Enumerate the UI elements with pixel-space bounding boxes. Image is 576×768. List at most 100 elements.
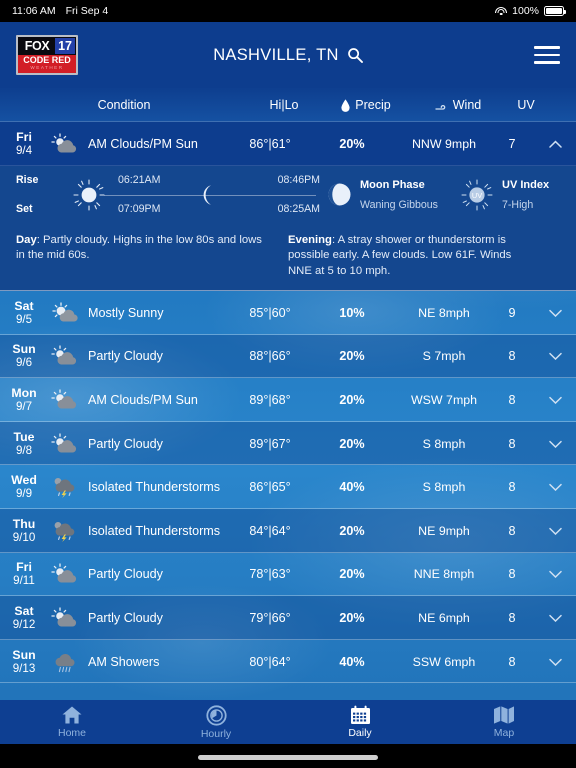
sun-times-block: 06:21AM 07:09PM xyxy=(60,166,188,224)
crescent-moon-icon xyxy=(196,184,216,206)
row-hilo: 89°|67° xyxy=(249,436,291,451)
page-title[interactable]: NASHVILLE, TN xyxy=(213,46,339,65)
row-hilo: 89°|68° xyxy=(249,393,291,408)
home-indicator[interactable] xyxy=(198,755,378,760)
evening-description-label: Evening xyxy=(288,233,332,246)
clock-icon xyxy=(205,704,227,726)
moonset-time: 08:25AM xyxy=(277,203,320,216)
column-headers: Condition Hi|Lo Precip Wind UV xyxy=(0,88,576,122)
table-row[interactable]: Thu 9/10 Isolated Thunderstorms 84°|64° … xyxy=(0,509,576,553)
row-condition: AM Clouds/PM Sun xyxy=(88,136,198,151)
column-header-precip[interactable]: Precip xyxy=(320,98,412,112)
chevron-down-icon[interactable] xyxy=(534,309,576,317)
row-precip: 20% xyxy=(339,136,365,151)
table-row[interactable]: Sun 9/6 Partly Cloudy 88°|66° 20% S 7mph… xyxy=(0,334,576,379)
row-day: Fri xyxy=(16,129,32,144)
tablet-screen: 11:06 AM Fri Sep 4 100% FOX 17 CODE RED … xyxy=(0,0,576,768)
chevron-down-icon[interactable] xyxy=(534,396,576,405)
row-uv: 8 xyxy=(508,393,516,408)
row-condition: Isolated Thunderstorms xyxy=(88,523,221,538)
hamburger-icon[interactable] xyxy=(534,46,560,64)
tab-map[interactable]: Map xyxy=(432,705,576,739)
table-row[interactable]: Sat 9/12 Partly Cloudy 79°|66° 20% NE 6m… xyxy=(0,596,576,640)
rise-set-labels: Rise Set xyxy=(16,174,60,215)
day-description-label: Day xyxy=(16,233,37,246)
forecast-list: Fri 9/4 AM Clouds/PM Sun 86°|61° 20% NNW… xyxy=(0,122,576,684)
water-drop-icon xyxy=(341,98,350,112)
status-left: 11:06 AM Fri Sep 4 xyxy=(12,5,108,17)
row-hilo: 79°|66° xyxy=(249,611,291,626)
set-label: Set xyxy=(16,203,33,216)
row-day: Tue xyxy=(13,429,35,444)
table-row[interactable]: Sat 9/5 Mostly Sunny 85°|60° 10% NE 8mph… xyxy=(0,291,576,335)
moon-phase-text: Moon Phase Waning Gibbous xyxy=(360,179,438,211)
tab-hourly[interactable]: Hourly xyxy=(144,704,288,740)
sun-behind-cloud-icon xyxy=(48,345,84,367)
row-day: Sun xyxy=(12,342,36,357)
rise-label: Rise xyxy=(16,174,39,187)
logo-weather-text: WEATHER xyxy=(30,65,64,70)
chevron-down-icon[interactable] xyxy=(534,570,576,579)
row-condition: AM Showers xyxy=(88,654,160,669)
column-header-uv[interactable]: UV xyxy=(504,98,548,112)
row-date-number: 9/5 xyxy=(15,312,33,326)
table-row[interactable]: Sun 9/13 AM Showers 80°|64° 40% SSW 6mph… xyxy=(0,640,576,684)
rain-showers-icon xyxy=(48,651,84,673)
row-uv: 8 xyxy=(508,436,516,451)
chevron-down-icon[interactable] xyxy=(534,614,576,623)
tab-daily[interactable]: Daily xyxy=(288,705,432,739)
chevron-down-icon[interactable] xyxy=(534,527,576,535)
column-header-precip-label: Precip xyxy=(355,98,391,112)
row-condition: Mostly Sunny xyxy=(88,305,164,320)
row-day: Mon xyxy=(11,386,37,401)
search-icon[interactable] xyxy=(347,47,363,63)
row-hilo: 86°|61° xyxy=(249,136,291,151)
row-uv: 8 xyxy=(508,611,516,626)
tab-map-label: Map xyxy=(493,727,515,739)
row-uv: 8 xyxy=(508,567,516,582)
uv-sun-icon: UV xyxy=(460,178,494,212)
sun-behind-cloud-icon xyxy=(48,607,84,629)
uv-index-text: UV Index 7-High xyxy=(502,179,549,211)
row-date: Sat 9/5 xyxy=(0,299,48,327)
table-row[interactable]: Fri 9/11 Partly Cloudy 78°|63° 20% NNE 8… xyxy=(0,553,576,597)
column-header-condition[interactable]: Condition xyxy=(0,98,248,112)
table-row[interactable]: Tue 9/8 Partly Cloudy 89°|67° 20% S 8mph… xyxy=(0,421,576,466)
table-row[interactable]: Wed 9/9 Isolated Thunderstorms 86°|65° 4… xyxy=(0,465,576,509)
tab-daily-label: Daily xyxy=(348,727,372,739)
table-row[interactable]: Fri 9/4 AM Clouds/PM Sun 86°|61° 20% NNW… xyxy=(0,122,576,166)
chevron-up-icon[interactable] xyxy=(534,140,576,148)
row-day: Wed xyxy=(11,473,37,488)
chevron-down-icon[interactable] xyxy=(534,483,576,492)
table-row[interactable]: Mon 9/7 AM Clouds/PM Sun 89°|68° 20% WSW… xyxy=(0,378,576,422)
chevron-down-icon[interactable] xyxy=(534,352,576,361)
row-wind: S 7mph xyxy=(422,349,466,364)
logo-code-red-text: CODE RED xyxy=(23,55,71,65)
column-header-wind[interactable]: Wind xyxy=(412,98,504,112)
row-hilo: 78°|63° xyxy=(249,567,291,582)
home-icon xyxy=(62,706,82,724)
chevron-down-icon[interactable] xyxy=(534,658,576,666)
row-date-number: 9/11 xyxy=(13,574,35,588)
row-wind: S 8mph xyxy=(422,436,466,451)
forecast-descriptions: Day: Partly cloudy. Highs in the low 80s… xyxy=(0,223,576,292)
row-day: Fri xyxy=(16,560,32,575)
row-hilo: 85°|60° xyxy=(249,305,291,320)
row-date-number: 9/4 xyxy=(15,143,33,157)
map-icon xyxy=(494,706,514,724)
moon-times: 08:46PM 08:25AM xyxy=(278,166,320,224)
row-date-number: 9/6 xyxy=(15,356,33,370)
row-date: Wed 9/9 xyxy=(0,473,48,501)
status-right: 100% xyxy=(495,5,566,17)
tab-home[interactable]: Home xyxy=(0,705,144,739)
uv-index-block: UV UV Index 7-High xyxy=(460,178,549,212)
row-date-number: 9/9 xyxy=(15,487,33,501)
fox17-code-red-weather-logo[interactable]: FOX 17 CODE RED WEATHER xyxy=(16,35,78,75)
row-date-number: 9/8 xyxy=(15,443,33,457)
column-header-hilo[interactable]: Hi|Lo xyxy=(248,98,320,112)
row-date-number: 9/7 xyxy=(15,400,33,414)
row-uv: 8 xyxy=(508,523,516,538)
row-precip: 20% xyxy=(339,523,365,538)
moon-phase-value: Waning Gibbous xyxy=(360,198,438,211)
chevron-down-icon[interactable] xyxy=(534,440,576,448)
